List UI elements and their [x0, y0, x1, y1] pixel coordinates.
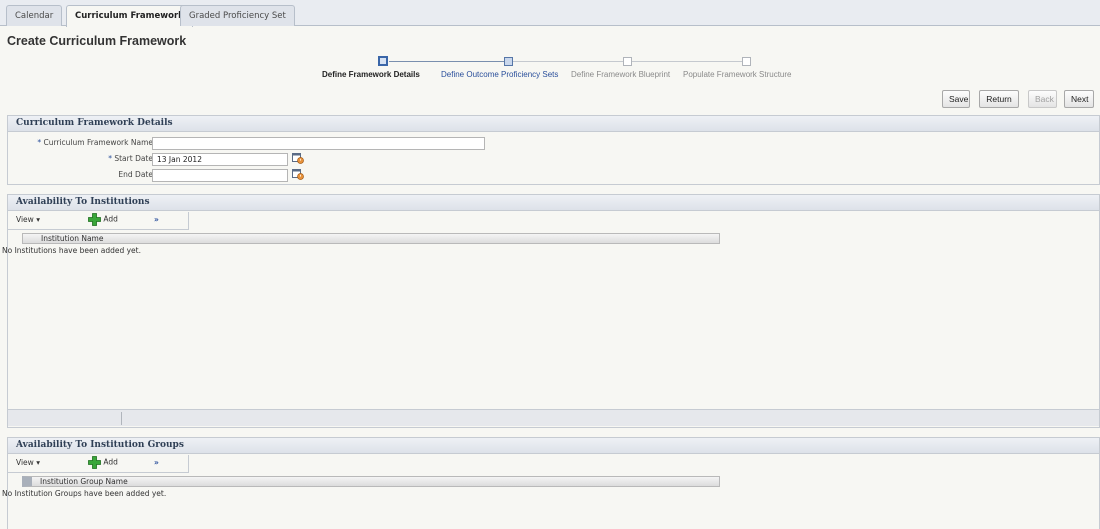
train-connector	[632, 61, 744, 62]
save-button[interactable]: Save	[942, 90, 970, 108]
details-panel: Curriculum Framework Details * Curriculu…	[7, 115, 1100, 185]
return-button[interactable]: Return	[979, 90, 1019, 108]
step-define-outcome-proficiency-sets[interactable]: Define Outcome Proficiency Sets	[441, 70, 558, 79]
add-icon	[88, 456, 101, 469]
details-panel-header: Curriculum Framework Details	[8, 116, 1099, 132]
calendar-icon[interactable]	[292, 168, 304, 180]
footer-divider	[121, 412, 122, 425]
view-menu[interactable]: View ▾	[16, 215, 40, 224]
end-date-label: End Date	[118, 170, 153, 179]
page-title: Create Curriculum Framework	[7, 34, 187, 48]
train-connector	[389, 61, 506, 62]
step-define-framework-details: Define Framework Details	[322, 70, 420, 79]
institution-name-column-header[interactable]: Institution Name	[22, 233, 720, 244]
next-button[interactable]: Next	[1064, 90, 1094, 108]
tab-calendar[interactable]: Calendar	[6, 5, 63, 26]
required-marker: *	[37, 138, 42, 147]
step-define-framework-blueprint: Define Framework Blueprint	[571, 70, 671, 79]
add-institution-group-button[interactable]: Add	[88, 456, 118, 469]
overflow-button[interactable]: »	[154, 458, 159, 467]
framework-name-label: * Curriculum Framework Name	[37, 138, 153, 147]
chevron-down-icon: ▾	[36, 215, 40, 224]
institution-group-name-column-header[interactable]: Institution Group Name	[22, 476, 720, 487]
back-button[interactable]: Back	[1028, 90, 1057, 108]
train-stop-disabled	[742, 57, 751, 66]
institutions-table-footer	[8, 409, 1099, 426]
institution-groups-empty-message: No Institution Groups have been added ye…	[2, 489, 167, 498]
institution-groups-panel-header: Availability To Institution Groups	[8, 438, 1099, 454]
train-stop-visited[interactable]	[504, 57, 513, 66]
chevron-down-icon: ▾	[36, 458, 40, 467]
required-marker: *	[108, 154, 112, 163]
train-stop-disabled	[623, 57, 632, 66]
end-date-input[interactable]	[152, 169, 288, 182]
institutions-panel: Availability To Institutions View ▾ Add …	[2, 194, 1100, 428]
institution-groups-toolbar: View ▾ Add »	[8, 455, 189, 473]
tab-curriculum-framework[interactable]: Curriculum Framework	[66, 5, 193, 27]
institution-groups-panel: Availability To Institution Groups View …	[2, 437, 1100, 529]
train-stop-current[interactable]	[378, 56, 388, 66]
add-icon	[88, 213, 101, 226]
institutions-empty-message: No Institutions have been added yet.	[2, 246, 141, 255]
start-date-input[interactable]: 13 Jan 2012	[152, 153, 288, 166]
add-institution-button[interactable]: Add	[88, 213, 118, 226]
view-menu[interactable]: View ▾	[16, 458, 40, 467]
calendar-icon[interactable]	[292, 152, 304, 164]
tab-bar: Calendar Curriculum Framework Graded Pro…	[0, 0, 1100, 27]
institutions-toolbar: View ▾ Add »	[8, 212, 189, 230]
tab-graded-proficiency-set[interactable]: Graded Proficiency Set	[180, 5, 295, 26]
train-connector	[513, 61, 625, 62]
overflow-button[interactable]: »	[154, 215, 159, 224]
step-populate-framework-structure: Populate Framework Structure	[683, 70, 792, 79]
start-date-label: * Start Date	[108, 154, 153, 163]
framework-name-input[interactable]	[152, 137, 485, 150]
institutions-panel-header: Availability To Institutions	[8, 195, 1099, 211]
